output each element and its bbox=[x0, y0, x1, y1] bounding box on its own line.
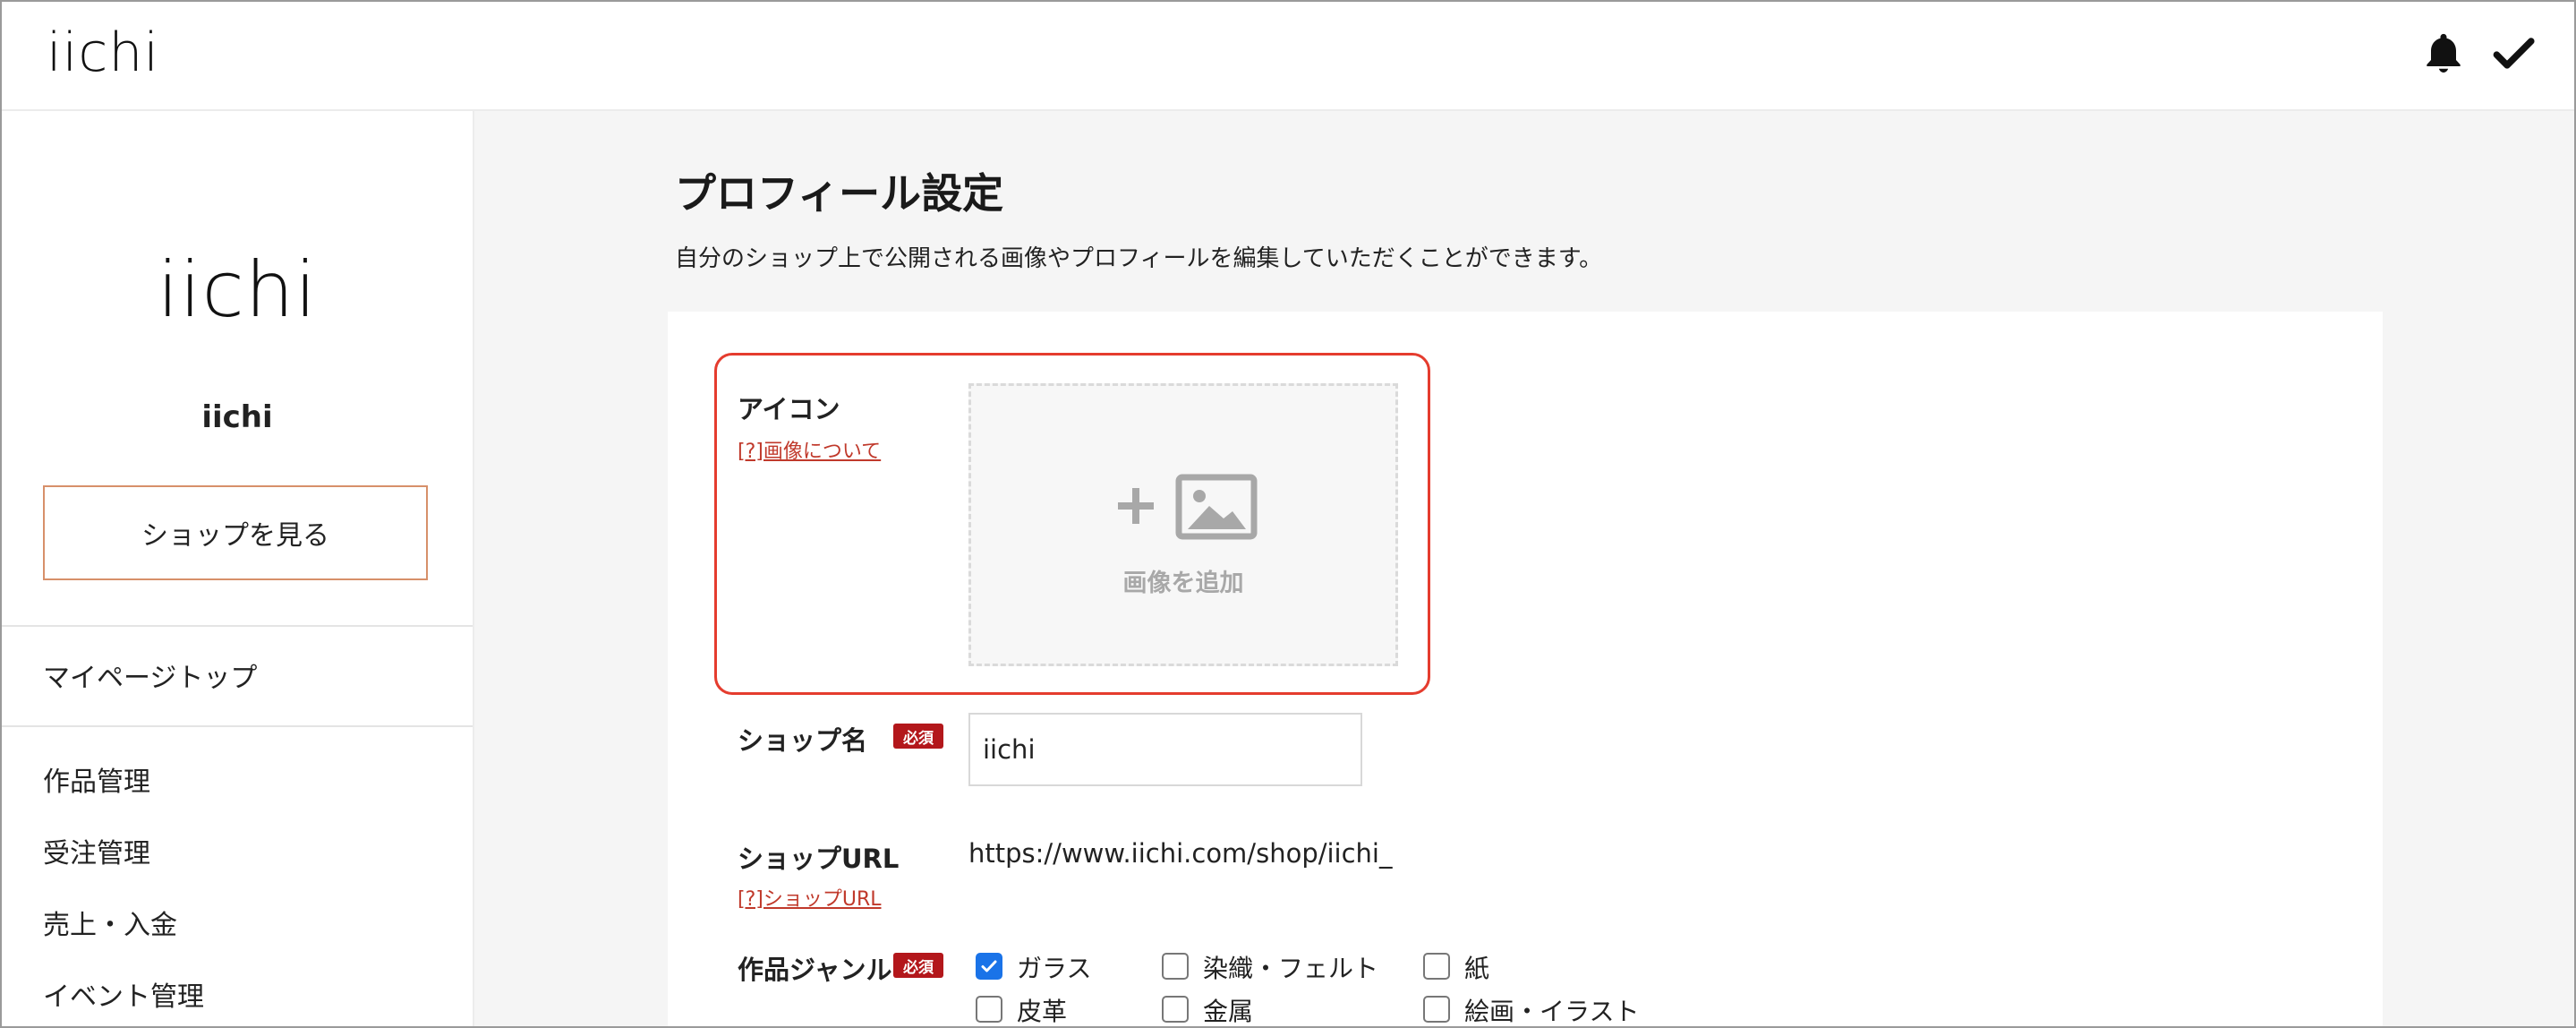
sidebar-divider bbox=[2, 625, 473, 627]
page-description: 自分のショップ上で公開される画像やプロフィールを編集していただくことができます。 bbox=[675, 245, 1603, 272]
genre-label-painting: 絵画・イラスト bbox=[1464, 997, 1640, 1026]
app-window: iichi iichi iichi ショップを見る マイページトップ 作品管理 … bbox=[0, 0, 2576, 1028]
shop-name-input[interactable] bbox=[968, 713, 1362, 786]
sidebar-item-works[interactable]: 作品管理 bbox=[43, 759, 150, 799]
genre-checkbox-painting[interactable] bbox=[1423, 996, 1450, 1023]
genre-label-metal: 金属 bbox=[1203, 997, 1254, 1026]
genre-label-glass: ガラス bbox=[1017, 954, 1092, 983]
top-header: iichi bbox=[2, 2, 2574, 111]
page-title: プロフィール設定 bbox=[675, 169, 1004, 218]
shop-name-label: iichi bbox=[201, 399, 273, 435]
genre-label-leather: 皮革 bbox=[1017, 997, 1068, 1026]
upload-label: 画像を追加 bbox=[1122, 570, 1244, 597]
genre-checkbox-leather[interactable] bbox=[976, 996, 1002, 1023]
genre-checkbox-paper[interactable] bbox=[1423, 953, 1450, 980]
genre-checkbox-metal[interactable] bbox=[1162, 996, 1189, 1023]
bell-icon[interactable] bbox=[2418, 29, 2469, 79]
icon-field-label: アイコン bbox=[738, 394, 840, 424]
check-icon[interactable] bbox=[2488, 29, 2538, 79]
sidebar-item-orders[interactable]: 受注管理 bbox=[43, 831, 150, 870]
genre-field-label: 作品ジャンル bbox=[738, 955, 892, 985]
view-shop-button[interactable]: ショップを見る bbox=[43, 485, 428, 580]
shop-url-value: https://www.iichi.com/shop/iichi_ bbox=[968, 838, 1393, 869]
plus-icon bbox=[1118, 488, 1154, 524]
sidebar-item-sales[interactable]: 売上・入金 bbox=[43, 903, 177, 942]
required-badge: 必須 bbox=[893, 953, 943, 978]
header-logo[interactable]: iichi bbox=[47, 21, 159, 84]
sidebar-item-mypage-top[interactable]: マイページトップ bbox=[43, 655, 257, 695]
image-upload-area[interactable]: 画像を追加 bbox=[968, 383, 1398, 666]
genre-checkbox-glass[interactable] bbox=[976, 953, 1002, 980]
sidebar: iichi iichi ショップを見る マイページトップ 作品管理 受注管理 売… bbox=[2, 111, 474, 1026]
shop-url-help-link[interactable]: [?]ショップURL bbox=[738, 883, 882, 912]
image-icon bbox=[1175, 474, 1258, 540]
genre-checkbox-textile[interactable] bbox=[1162, 953, 1189, 980]
shop-url-field-label: ショップURL bbox=[738, 844, 900, 874]
image-help-link[interactable]: [?]画像について bbox=[738, 435, 881, 464]
shop-name-field-label: ショップ名 bbox=[738, 725, 868, 756]
genre-label-textile: 染織・フェルト bbox=[1203, 954, 1379, 983]
sidebar-divider bbox=[2, 725, 473, 727]
shop-icon-logo: iichi bbox=[157, 245, 318, 335]
upload-icons bbox=[1118, 474, 1261, 542]
sidebar-item-events[interactable]: イベント管理 bbox=[43, 974, 204, 1014]
genre-label-paper: 紙 bbox=[1464, 954, 1490, 983]
required-badge: 必須 bbox=[893, 724, 943, 749]
